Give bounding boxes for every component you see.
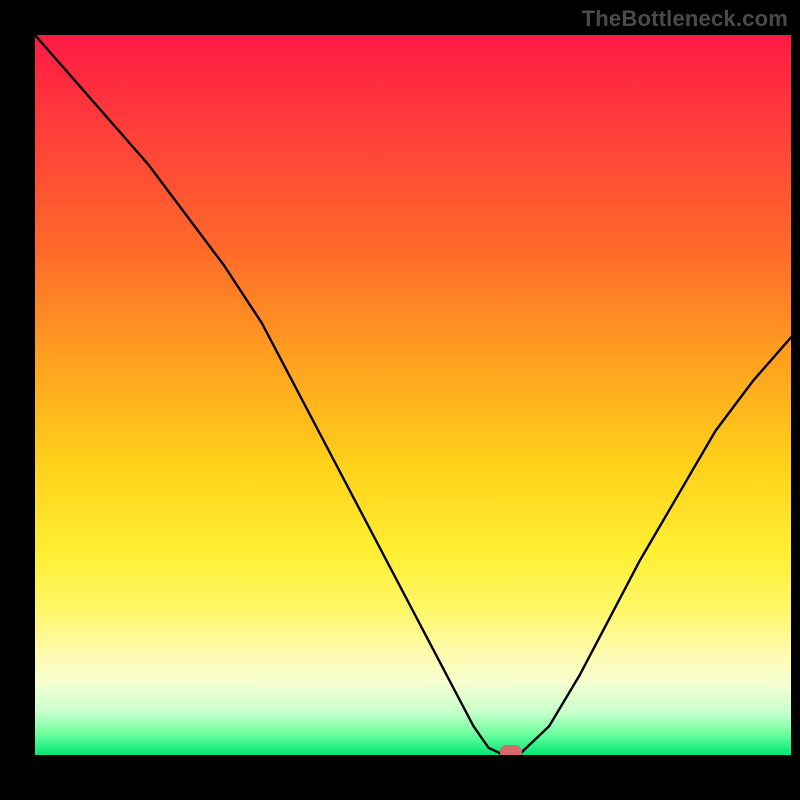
chart-frame: TheBottleneck.com — [0, 0, 800, 800]
optimal-point-marker — [500, 745, 522, 755]
watermark-text: TheBottleneck.com — [582, 6, 788, 32]
plot-area — [35, 35, 791, 755]
bottleneck-curve — [35, 35, 791, 755]
